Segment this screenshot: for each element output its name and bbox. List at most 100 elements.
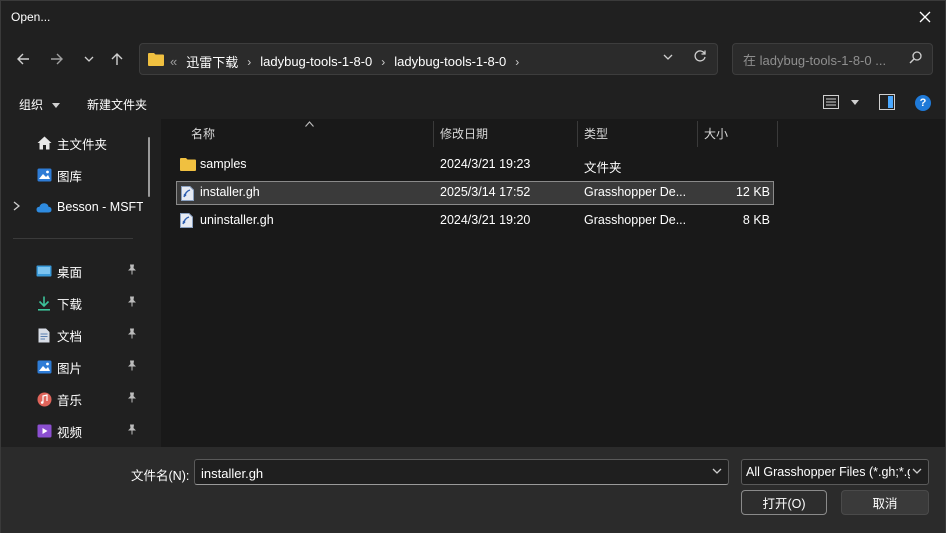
pin-icon[interactable] <box>127 392 137 406</box>
up-button[interactable] <box>105 47 129 71</box>
new-folder-button[interactable]: 新建文件夹 <box>87 96 147 113</box>
preview-pane-button[interactable] <box>879 94 895 113</box>
dialog-footer: 文件名(N): All Grasshopper Files (*.gh;*.gh… <box>1 447 945 533</box>
chevron-down-icon <box>663 54 673 60</box>
breadcrumb-overflow[interactable]: « <box>170 54 177 69</box>
cancel-button[interactable]: 取消 <box>841 490 929 515</box>
sidebar-item-pictures[interactable]: 图片 <box>1 353 151 381</box>
file-type: Grasshopper De... <box>584 185 687 199</box>
file-name: uninstaller.gh <box>200 213 274 227</box>
arrow-up-icon <box>111 53 123 65</box>
sidebar-item-documents[interactable]: 文档 <box>1 321 151 349</box>
document-icon <box>36 327 52 343</box>
navigation-pane: 主文件夹 图库 Besson - MSFT 桌面 下载 文档 图片 音乐 视频 <box>1 121 159 447</box>
window-title: Open... <box>11 10 51 24</box>
column-divider[interactable] <box>697 121 698 147</box>
sidebar-item-home[interactable]: 主文件夹 <box>1 129 151 157</box>
column-header-name[interactable]: 名称 <box>191 119 215 147</box>
sidebar-divider <box>13 238 133 239</box>
folder-icon <box>148 52 164 69</box>
refresh-button[interactable] <box>693 49 707 67</box>
breadcrumb-item[interactable]: 迅雷下载 <box>186 52 238 71</box>
sidebar-item-label: 图库 <box>57 169 83 184</box>
sidebar-item-gallery[interactable]: 图库 <box>1 161 151 189</box>
pin-icon[interactable] <box>127 360 137 374</box>
pin-icon[interactable] <box>127 296 137 310</box>
filename-label: 文件名(N): <box>131 469 190 483</box>
sidebar-item-label: 主文件夹 <box>57 137 108 152</box>
pin-icon[interactable] <box>127 264 137 278</box>
organize-label: 组织 <box>19 98 44 112</box>
recent-locations-button[interactable] <box>77 47 101 71</box>
sidebar-item-downloads[interactable]: 下载 <box>1 289 151 317</box>
address-dropdown-button[interactable] <box>663 51 673 65</box>
search-icon[interactable] <box>909 51 922 67</box>
video-icon <box>36 423 52 439</box>
chevron-right-icon[interactable] <box>13 200 21 214</box>
sidebar-item-music[interactable]: 音乐 <box>1 385 151 413</box>
breadcrumb-item[interactable]: ladybug-tools-1-8-0 <box>394 54 506 69</box>
chevron-right-icon[interactable]: › <box>247 55 251 69</box>
command-bar: 组织 新建文件夹 ? <box>1 89 945 119</box>
file-row[interactable]: samples 2024/3/21 19:23 文件夹 <box>176 153 774 177</box>
help-button[interactable]: ? <box>915 95 931 111</box>
desktop-icon <box>36 263 52 279</box>
forward-button[interactable] <box>45 47 69 71</box>
chevron-down-icon <box>850 100 859 105</box>
file-size: 8 KB <box>742 213 770 227</box>
file-modified: 2024/3/21 19:23 <box>440 157 531 171</box>
sidebar-item-label: Besson - MSFT <box>57 200 143 214</box>
open-button[interactable]: 打开(O) <box>741 490 827 515</box>
breadcrumb: « 迅雷下载 › ladybug-tools-1-8-0 › ladybug-t… <box>170 52 528 71</box>
breadcrumb-item[interactable]: ladybug-tools-1-8-0 <box>260 54 372 69</box>
column-header-modified[interactable]: 修改日期 <box>440 119 488 147</box>
column-divider[interactable] <box>433 121 434 147</box>
close-button[interactable] <box>911 3 939 31</box>
organize-button[interactable]: 组织 <box>19 96 61 113</box>
close-icon <box>919 11 931 23</box>
sidebar-item-videos[interactable]: 视频 <box>1 417 151 445</box>
view-options-button[interactable] <box>823 95 859 112</box>
chevron-right-icon[interactable]: › <box>515 55 519 69</box>
filename-input[interactable] <box>199 464 703 482</box>
file-type-select[interactable]: All Grasshopper Files (*.gh;*.ghx) <box>741 459 929 485</box>
music-icon <box>36 391 52 407</box>
file-size: 12 KB <box>735 185 770 199</box>
pin-icon[interactable] <box>127 328 137 342</box>
open-file-dialog: Open... « 迅雷下载 › ladybug-tools-1-8-0 › l… <box>0 0 946 533</box>
chevron-down-icon <box>52 103 61 108</box>
file-modified: 2025/3/14 17:52 <box>440 185 531 199</box>
search-input[interactable] <box>741 50 905 70</box>
sort-ascending-icon <box>305 119 314 129</box>
arrow-left-icon <box>17 53 29 65</box>
column-header-type[interactable]: 类型 <box>584 119 608 147</box>
pictures-icon <box>36 359 52 375</box>
arrow-right-icon <box>51 53 63 65</box>
sidebar-item-onedrive[interactable]: Besson - MSFT <box>1 193 151 221</box>
home-icon <box>36 135 52 151</box>
pin-icon[interactable] <box>127 424 137 438</box>
file-row-selected[interactable]: installer.gh 2025/3/14 17:52 Grasshopper… <box>176 181 774 205</box>
back-button[interactable] <box>11 47 35 71</box>
search-box[interactable] <box>732 43 933 75</box>
list-view-icon <box>823 95 839 109</box>
file-type: Grasshopper De... <box>584 213 687 227</box>
chevron-right-icon[interactable]: › <box>381 55 385 69</box>
gh-file-icon <box>180 213 193 231</box>
column-header-size[interactable]: 大小 <box>704 119 728 147</box>
sidebar-item-desktop[interactable]: 桌面 <box>1 257 151 285</box>
gh-file-icon <box>181 186 194 204</box>
file-row[interactable]: uninstaller.gh 2024/3/21 19:20 Grasshopp… <box>176 209 774 233</box>
download-icon <box>36 295 52 311</box>
help-icon: ? <box>919 97 927 109</box>
file-name: installer.gh <box>200 185 260 199</box>
address-bar[interactable]: « 迅雷下载 › ladybug-tools-1-8-0 › ladybug-t… <box>139 43 718 75</box>
folder-icon <box>180 157 196 174</box>
chevron-down-icon[interactable] <box>712 466 722 479</box>
chevron-down-icon[interactable] <box>912 466 922 479</box>
file-name: samples <box>200 157 247 171</box>
title-bar: Open... <box>1 1 945 33</box>
column-divider[interactable] <box>777 121 778 147</box>
filename-combobox[interactable] <box>194 459 729 485</box>
column-divider[interactable] <box>577 121 578 147</box>
